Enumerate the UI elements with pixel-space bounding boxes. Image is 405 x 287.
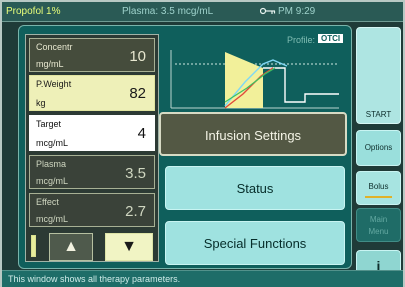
- start-button[interactable]: START: [356, 27, 401, 124]
- bolus-button[interactable]: Bolus: [356, 171, 401, 205]
- profile-chart-svg: [170, 50, 339, 109]
- param-label: Plasma: [36, 159, 67, 169]
- scroll-down-button[interactable]: ▼: [105, 233, 153, 261]
- key-icon: [260, 7, 276, 15]
- options-button[interactable]: Options: [356, 130, 401, 166]
- special-functions-button[interactable]: Special Functions: [165, 221, 345, 265]
- param-unit: mg/mL: [36, 59, 64, 69]
- param-value: 2.7: [125, 203, 146, 220]
- param-label: Effect: [36, 197, 59, 207]
- param-unit: mcg/mL: [36, 138, 69, 148]
- main-menu-label-2: Menu: [368, 227, 389, 236]
- param-label: Concentr: [36, 42, 73, 52]
- param-value: 10: [129, 48, 146, 65]
- param-value: 82: [129, 85, 146, 102]
- main-menu-button[interactable]: Main Menu: [356, 208, 401, 242]
- arrow-down-icon: ▼: [121, 238, 137, 255]
- param-label: Target: [36, 119, 62, 129]
- param-plasma[interactable]: Plasma mcg/mL 3.5: [29, 155, 155, 189]
- rate-line: [263, 67, 339, 103]
- bolus-underline: [365, 196, 392, 198]
- param-value: 3.5: [125, 165, 146, 182]
- status-button[interactable]: Status: [165, 166, 345, 210]
- param-target[interactable]: Target mcg/mL 4: [29, 115, 155, 151]
- arrow-up-icon: ▲: [63, 238, 79, 255]
- infusion-settings-button[interactable]: Infusion Settings: [159, 112, 347, 156]
- scroll-indicator: [31, 235, 36, 257]
- parameter-list: Concentr mg/mL 10 P.Weight kg 82 Target …: [25, 34, 159, 262]
- main-panel: Concentr mg/mL 10 P.Weight kg 82 Target …: [18, 25, 352, 269]
- param-unit: mcg/mL: [36, 176, 69, 186]
- help-status-bar: This window shows all therapy parameters…: [2, 270, 403, 287]
- param-concentration[interactable]: Concentr mg/mL 10: [29, 38, 155, 72]
- start-label: START: [365, 110, 392, 119]
- plasma-readout: Plasma: 3.5 mcg/mL: [122, 6, 214, 17]
- clock: PM 9:29: [278, 6, 316, 17]
- profile-badge: OTCI: [318, 34, 344, 43]
- profile-chart: Profile: OTCI: [165, 32, 345, 112]
- param-scroll-controls: ▲ ▼: [29, 231, 155, 261]
- param-value: 4: [137, 125, 146, 142]
- param-patient-weight[interactable]: P.Weight kg 82: [29, 75, 155, 111]
- param-effect[interactable]: Effect mcg/mL 2.7: [29, 193, 155, 227]
- param-label: P.Weight: [36, 79, 72, 89]
- scroll-up-button[interactable]: ▲: [49, 233, 93, 261]
- param-unit: kg: [36, 98, 46, 108]
- right-button-column: START Options Bolus Main Menu i: [356, 25, 403, 287]
- bolus-label: Bolus: [368, 182, 389, 191]
- drug-name: Propofol 1%: [6, 6, 61, 17]
- param-unit: mcg/mL: [36, 214, 69, 224]
- main-menu-label-1: Main: [369, 215, 388, 224]
- top-status-bar: Propofol 1% Plasma: 3.5 mcg/mL PM 9:29: [2, 2, 403, 22]
- profile-label: Profile:: [287, 35, 316, 45]
- pump-screen: Propofol 1% Plasma: 3.5 mcg/mL PM 9:29 C…: [0, 0, 405, 287]
